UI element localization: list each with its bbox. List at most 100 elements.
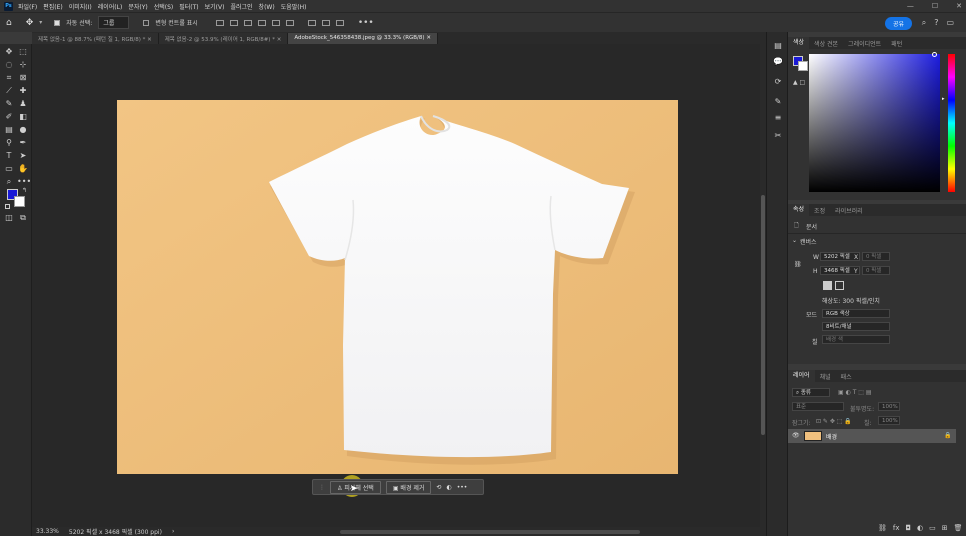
link-icon[interactable]: ⛓ bbox=[794, 261, 802, 268]
object-select-tool-icon[interactable]: ⊹ bbox=[17, 59, 29, 71]
horizontal-scrollbar[interactable] bbox=[340, 530, 640, 534]
tab-channels[interactable]: 채널 bbox=[815, 372, 836, 381]
adjustment-icon[interactable]: ◐ bbox=[446, 484, 451, 491]
tab-document-1[interactable]: 제목 없음-1 @ 88.7% (패턴 칠 1, RGB/8) * ✕ bbox=[32, 33, 159, 44]
new-group-icon[interactable]: ▭ bbox=[929, 524, 936, 532]
adjustment-layer-icon[interactable]: ◐ bbox=[917, 524, 923, 532]
hue-slider-marker-icon[interactable]: ▸ bbox=[942, 96, 945, 102]
tab-properties[interactable]: 속성 bbox=[788, 204, 810, 216]
tool-preset-chevron-icon[interactable]: ▾ bbox=[39, 19, 42, 26]
move-tool-icon[interactable]: ✥ bbox=[3, 46, 15, 58]
tab-swatches[interactable]: 색상 견본 bbox=[809, 39, 843, 48]
tab-close-icon[interactable]: ✕ bbox=[147, 37, 152, 43]
align-top-icon[interactable] bbox=[257, 19, 266, 26]
maximize-icon[interactable]: ☐ bbox=[932, 2, 938, 10]
menu-file[interactable]: 파일(F) bbox=[18, 2, 37, 11]
transform-icon[interactable]: ⟲ bbox=[436, 484, 441, 491]
actions-icon[interactable]: ⟳ bbox=[772, 76, 784, 88]
distribute-center-icon[interactable] bbox=[321, 19, 330, 26]
clone-stamp-tool-icon[interactable]: ♟ bbox=[17, 98, 29, 110]
distribute-right-icon[interactable] bbox=[335, 19, 344, 26]
color-bg-swatch[interactable] bbox=[798, 61, 808, 71]
auto-select-dropdown[interactable]: 그룹 bbox=[98, 16, 130, 29]
blend-mode-dropdown[interactable]: 표준 bbox=[792, 402, 844, 411]
eraser-tool-icon[interactable]: ◧ bbox=[17, 111, 29, 123]
eyedropper-tool-icon[interactable]: ⟋ bbox=[3, 85, 15, 97]
share-button[interactable]: 공유 bbox=[884, 17, 912, 30]
menu-plugins[interactable]: 플러그인 bbox=[230, 2, 252, 11]
fill-dropdown[interactable]: 배경 색 bbox=[822, 335, 890, 344]
crop-tool-icon[interactable]: ⌗ bbox=[3, 72, 15, 84]
comments-icon[interactable]: 💬 bbox=[772, 56, 784, 68]
distribute-icon[interactable] bbox=[307, 19, 316, 26]
swap-colors-icon[interactable]: ↰ bbox=[22, 187, 27, 194]
background-color-swatch[interactable] bbox=[14, 196, 25, 207]
help-icon[interactable]: ? bbox=[934, 18, 938, 28]
menu-edit[interactable]: 편집(E) bbox=[43, 2, 63, 11]
align-bottom-icon[interactable] bbox=[285, 19, 294, 26]
lock-icons[interactable]: ⊡ ✎ ✥ ⬚ 🔒 bbox=[816, 418, 852, 425]
menu-window[interactable]: 창(W) bbox=[259, 2, 275, 11]
align-right-icon[interactable] bbox=[243, 19, 252, 26]
search-icon[interactable]: ⌕ bbox=[922, 18, 926, 28]
add-mask-icon[interactable]: ◘ bbox=[906, 524, 912, 532]
align-center-icon[interactable] bbox=[229, 19, 238, 26]
link-layers-icon[interactable]: ⛓ bbox=[878, 524, 887, 532]
lasso-tool-icon[interactable]: ◌ bbox=[3, 59, 15, 71]
tab-paths[interactable]: 패스 bbox=[836, 372, 857, 381]
photoshop-logo-icon[interactable]: Ps bbox=[4, 1, 13, 11]
visibility-eye-icon[interactable]: 👁 bbox=[792, 432, 800, 439]
delete-layer-icon[interactable]: 🗑 bbox=[954, 524, 963, 532]
menu-image[interactable]: 이미지(I) bbox=[69, 2, 92, 11]
y-field[interactable]: 0 픽셀 bbox=[862, 266, 890, 275]
status-chevron-icon[interactable]: › bbox=[172, 528, 174, 535]
shape-tool-icon[interactable]: ▭ bbox=[3, 163, 15, 175]
blur-tool-icon[interactable]: ● bbox=[17, 124, 29, 136]
document-image[interactable] bbox=[117, 100, 678, 474]
auto-select-checkbox[interactable] bbox=[54, 19, 61, 26]
gradient-tool-icon[interactable]: ▤ bbox=[3, 124, 15, 136]
tab-close-icon[interactable]: ✕ bbox=[277, 37, 282, 43]
brush-settings-icon[interactable]: ✎ bbox=[772, 96, 784, 108]
hand-tool-icon[interactable]: ✋ bbox=[17, 163, 29, 175]
landscape-orientation-icon[interactable] bbox=[835, 281, 844, 290]
color-picker-handle[interactable] bbox=[932, 52, 937, 57]
zoom-level[interactable]: 33.33% bbox=[36, 528, 59, 535]
vertical-scrollbar-thumb[interactable] bbox=[761, 195, 765, 435]
screen-mode-icon[interactable]: ⧉ bbox=[17, 212, 29, 224]
tab-patterns[interactable]: 패턴 bbox=[886, 39, 907, 48]
layer-fill-field[interactable]: 100% bbox=[878, 416, 900, 425]
filter-icons[interactable]: ▣ ◐ T ⬚ ▤ bbox=[838, 389, 872, 396]
new-layer-icon[interactable]: ⊞ bbox=[942, 524, 948, 532]
minimize-icon[interactable]: — bbox=[907, 2, 914, 10]
tab-gradients[interactable]: 그레이디언트 bbox=[843, 39, 886, 48]
menu-filter[interactable]: 필터(T) bbox=[179, 2, 198, 11]
tools-preset-icon[interactable]: ✂ bbox=[772, 130, 784, 142]
default-colors-icon[interactable] bbox=[5, 204, 10, 209]
layer-lock-icon[interactable]: 🔒 bbox=[944, 432, 951, 439]
menu-layer[interactable]: 레이어(L) bbox=[98, 2, 123, 11]
color-field[interactable] bbox=[809, 54, 940, 192]
pen-tool-icon[interactable]: ✒ bbox=[17, 137, 29, 149]
align-middle-icon[interactable] bbox=[271, 19, 280, 26]
artboard-tool-icon[interactable]: ⬚ bbox=[17, 46, 29, 58]
menu-help[interactable]: 도움말(H) bbox=[281, 2, 307, 11]
adjust-sliders-icon[interactable]: ≡ bbox=[772, 112, 784, 124]
tab-libraries[interactable]: 라이브러리 bbox=[830, 206, 868, 215]
tab-document-3[interactable]: AdobeStock_546358438.jpeg @ 33.3% (RGB/8… bbox=[288, 33, 438, 44]
layer-name[interactable]: 배경 bbox=[826, 432, 837, 441]
tab-adjustments[interactable]: 조정 bbox=[809, 206, 830, 215]
tab-layers[interactable]: 레이어 bbox=[788, 370, 815, 382]
x-field[interactable]: 0 픽셀 bbox=[862, 252, 890, 261]
tab-color[interactable]: 색상 bbox=[788, 37, 810, 49]
remove-background-button[interactable]: ▣ 배경 제거 bbox=[385, 480, 432, 494]
hue-slider[interactable] bbox=[948, 54, 955, 192]
more-icon[interactable]: ••• bbox=[457, 484, 468, 491]
tab-document-2[interactable]: 제목 없음-2 @ 53.9% (레이어 1, RGB/8#) * ✕ bbox=[158, 33, 289, 44]
menu-view[interactable]: 보기(V) bbox=[205, 2, 225, 11]
type-tool-icon[interactable]: T bbox=[3, 150, 15, 162]
dodge-tool-icon[interactable]: ⚲ bbox=[3, 137, 15, 149]
drag-handle-icon[interactable]: ⋮ bbox=[319, 484, 325, 491]
workspace-icon[interactable]: ▭ bbox=[946, 18, 954, 28]
brush-tool-icon[interactable]: ✎ bbox=[3, 98, 15, 110]
